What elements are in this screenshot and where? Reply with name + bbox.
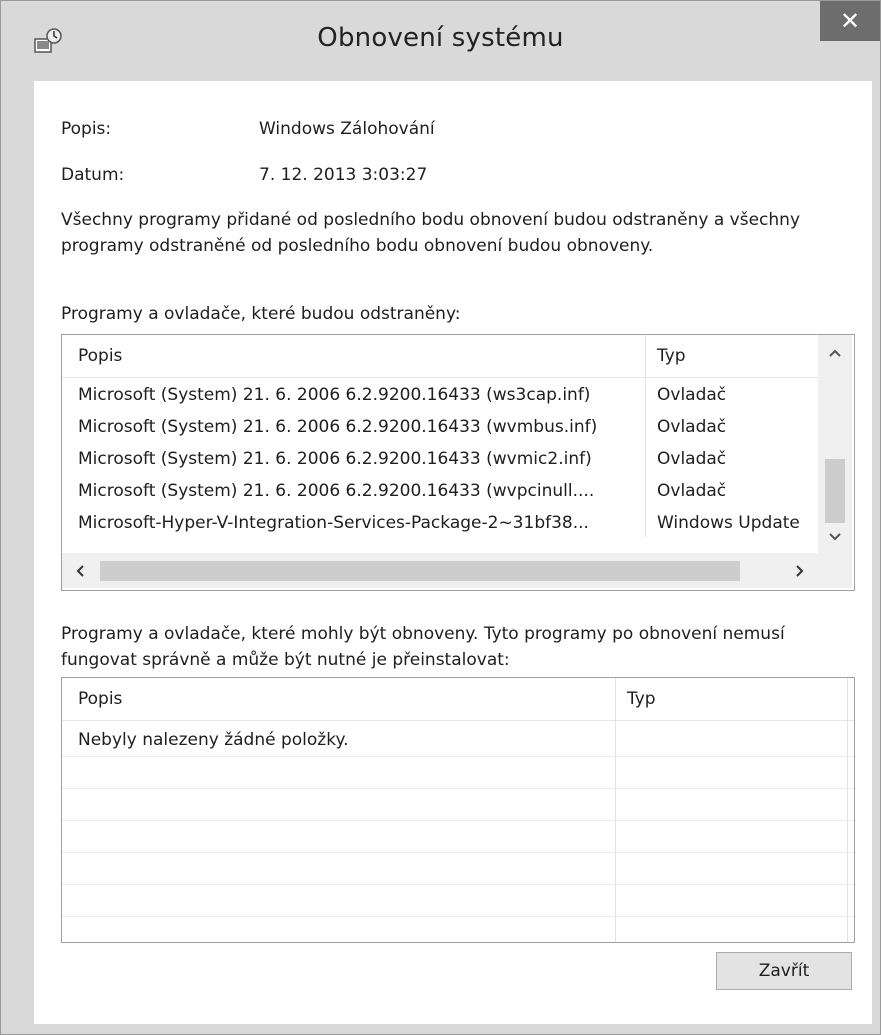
grid-line xyxy=(62,788,854,789)
row-description: Microsoft (System) 21. 6. 2006 6.2.9200.… xyxy=(78,481,595,501)
row-description: Microsoft (System) 21. 6. 2006 6.2.9200.… xyxy=(78,385,591,405)
row-type: Ovladač xyxy=(657,417,727,437)
info-text-line2: programy odstraněné od posledního bodu o… xyxy=(61,236,654,256)
scroll-corner xyxy=(818,553,852,588)
window-title: Obnovení systému xyxy=(317,23,564,53)
table-row[interactable]: Microsoft (System) 21. 6. 2006 6.2.9200.… xyxy=(62,443,818,475)
empty-message: Nebyly nalezeny žádné položky. xyxy=(78,730,349,750)
table-row[interactable]: Microsoft-Hyper-V-Integration-Services-P… xyxy=(62,507,818,539)
description-label: Popis: xyxy=(61,119,112,139)
title-bar: Obnovení systému ✕ xyxy=(1,1,880,81)
row-description: Microsoft-Hyper-V-Integration-Services-P… xyxy=(78,513,589,533)
scroll-left-icon[interactable] xyxy=(68,559,92,583)
table-row[interactable]: Microsoft (System) 21. 6. 2006 6.2.9200.… xyxy=(62,379,818,411)
table-row[interactable]: Microsoft (System) 21. 6. 2006 6.2.9200.… xyxy=(62,475,818,507)
restored-programs-list[interactable]: Popis Typ Nebyly nalezeny žádné položky. xyxy=(61,677,855,943)
column-divider xyxy=(615,720,616,942)
column-header-popis[interactable]: Popis xyxy=(68,678,614,720)
info-text-line1: Všechny programy přidané od posledního b… xyxy=(61,210,801,230)
date-label: Datum: xyxy=(61,165,125,185)
horizontal-scroll-thumb[interactable] xyxy=(100,561,740,581)
description-value: Windows Zálohování xyxy=(259,119,435,139)
column-header-popis[interactable]: Popis xyxy=(68,335,645,377)
close-button[interactable]: Zavřít xyxy=(716,952,852,990)
removed-programs-list[interactable]: Popis Typ Microsoft (System) 21. 6. 2006… xyxy=(61,334,855,591)
column-divider xyxy=(847,720,848,942)
vertical-scrollbar[interactable] xyxy=(818,335,852,553)
row-type: Ovladač xyxy=(657,449,727,469)
restored-heading-line1: Programy a ovladače, které mohly být obn… xyxy=(61,624,785,644)
table-row[interactable]: Microsoft (System) 21. 6. 2006 6.2.9200.… xyxy=(62,411,818,443)
column-header-typ[interactable]: Typ xyxy=(647,335,818,377)
date-value: 7. 12. 2013 3:03:27 xyxy=(259,165,428,185)
horizontal-scrollbar[interactable] xyxy=(62,553,818,588)
row-description: Microsoft (System) 21. 6. 2006 6.2.9200.… xyxy=(78,449,592,469)
grid-line xyxy=(62,852,854,853)
scroll-up-icon[interactable] xyxy=(823,341,847,365)
close-window-button[interactable]: ✕ xyxy=(820,1,880,41)
info-text: Všechny programy přidané od posledního b… xyxy=(61,207,861,259)
vertical-scroll-thumb[interactable] xyxy=(825,459,845,523)
removed-heading: Programy a ovladače, které budou odstran… xyxy=(61,304,461,324)
dialog-content: Popis: Windows Zálohování Datum: 7. 12. … xyxy=(34,81,872,1024)
list-header: Popis Typ xyxy=(62,335,818,378)
row-type: Ovladač xyxy=(657,385,727,405)
list-header: Popis Typ xyxy=(62,678,854,721)
restored-heading: Programy a ovladače, které mohly být obn… xyxy=(61,621,861,673)
restored-heading-line2: fungovat správně a může být nutné je pře… xyxy=(61,650,510,670)
column-divider xyxy=(645,335,646,377)
column-divider xyxy=(847,678,848,720)
close-icon: ✕ xyxy=(839,7,861,35)
column-header-typ[interactable]: Typ xyxy=(617,678,847,720)
scroll-down-icon[interactable] xyxy=(823,525,847,549)
grid-line xyxy=(62,756,854,757)
system-restore-window: Obnovení systému ✕ Popis: Windows Záloho… xyxy=(0,0,881,1035)
row-description: Microsoft (System) 21. 6. 2006 6.2.9200.… xyxy=(78,417,598,437)
grid-line xyxy=(62,916,854,917)
grid-line xyxy=(62,884,854,885)
scroll-right-icon[interactable] xyxy=(788,559,812,583)
row-type: Windows Update xyxy=(657,513,800,533)
row-type: Ovladač xyxy=(657,481,727,501)
grid-line xyxy=(62,820,854,821)
list-item: Nebyly nalezeny žádné položky. xyxy=(62,724,854,756)
column-divider xyxy=(615,678,616,720)
